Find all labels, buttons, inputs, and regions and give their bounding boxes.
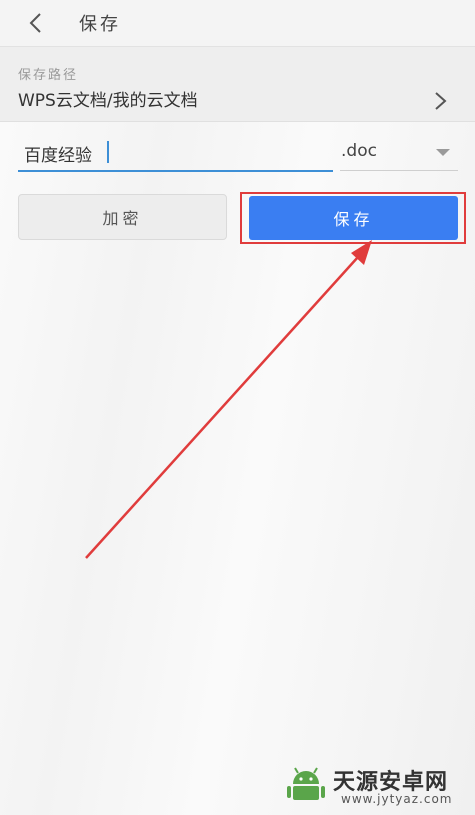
android-logo-icon (287, 767, 325, 800)
page-title: 保存 (79, 14, 121, 35)
filename-field[interactable] (18, 136, 333, 172)
watermark-url: www.jytyaz.com (341, 792, 453, 806)
filename-input[interactable] (18, 136, 333, 170)
triangle-down-icon (436, 149, 450, 156)
chevron-right-icon (435, 92, 447, 110)
text-caret (107, 141, 109, 163)
app-header: 保存 (0, 0, 475, 47)
annotation-arrow (85, 240, 372, 559)
save-path-label: 保存路径 (18, 68, 79, 83)
save-path-row[interactable]: 保存路径 WPS云文档/我的云文档 (0, 47, 475, 122)
chevron-left-icon (29, 13, 41, 33)
extension-dropdown[interactable]: .doc (340, 136, 458, 171)
encrypt-button[interactable]: 加密 (18, 194, 227, 240)
save-button[interactable]: 保存 (249, 196, 458, 240)
back-button[interactable] (18, 6, 52, 40)
save-path-value: WPS云文档/我的云文档 (18, 91, 198, 111)
watermark: 天源安卓网 www.jytyaz.com (283, 762, 469, 810)
extension-value: .doc (341, 141, 377, 161)
